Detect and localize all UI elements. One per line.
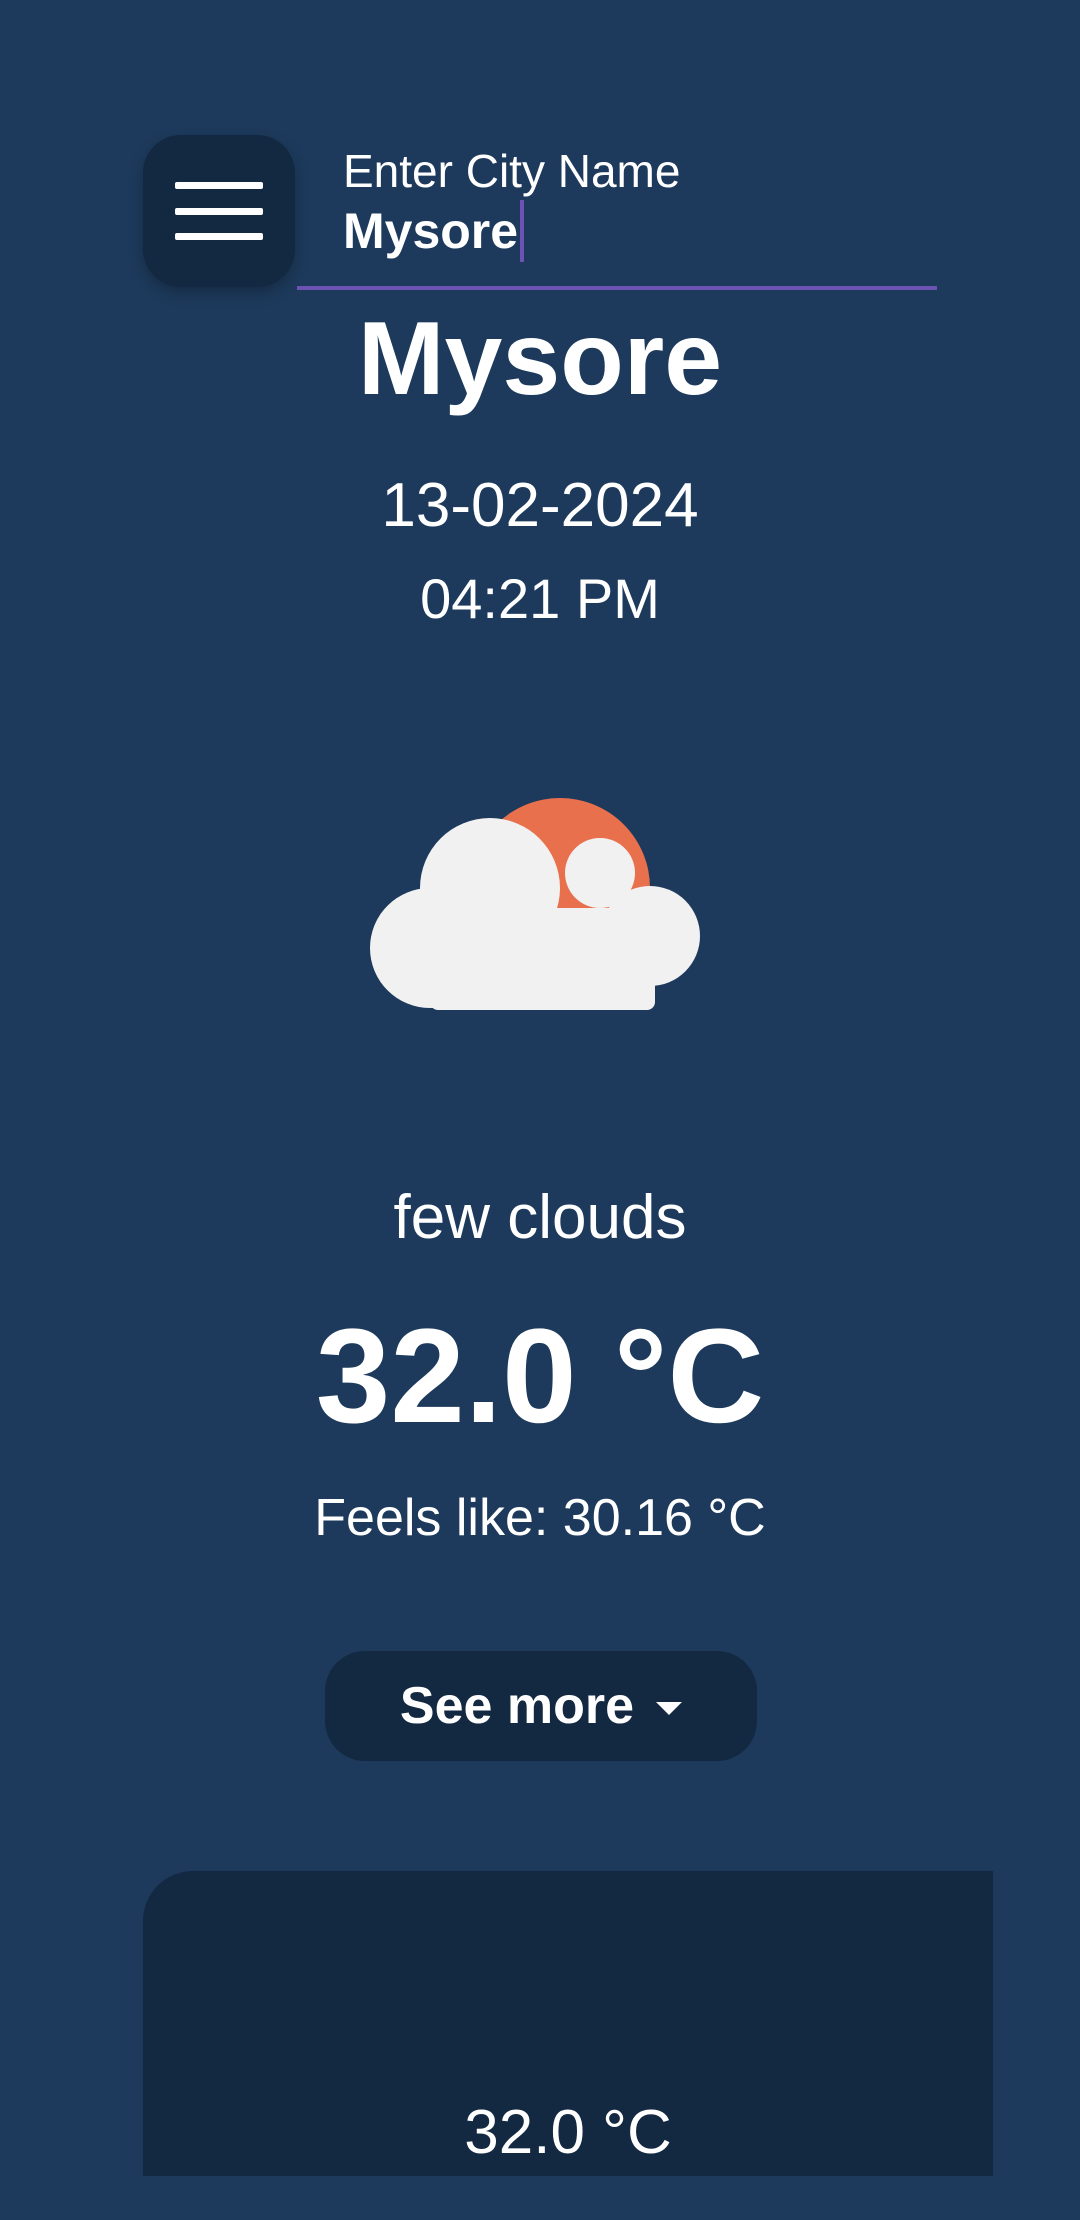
feels-like-temperature: Feels like: 30.16 °C (314, 1489, 766, 1547)
city-input-label: Enter City Name (343, 145, 681, 197)
weather-description: few clouds (393, 1183, 687, 1252)
text-cursor (520, 200, 525, 262)
partly-cloudy-sun-icon (370, 798, 700, 1010)
current-temperature: 32.0 °C (315, 1302, 765, 1451)
menu-button[interactable] (143, 135, 295, 287)
see-more-label: See more (399, 1677, 635, 1735)
forecast-card-temperature: 32.0 °C (464, 2098, 672, 2167)
forecast-card[interactable]: 32.0 °C (143, 1871, 993, 2176)
city-input-underline (297, 286, 937, 290)
current-time: 04:21 PM (420, 567, 660, 630)
chevron-down-icon (656, 1701, 683, 1715)
city-input[interactable]: Mysore (343, 200, 525, 262)
city-name-field[interactable]: Enter City Name Mysore (297, 140, 937, 290)
city-input-value: Mysore (343, 203, 519, 259)
see-more-button[interactable]: See more (325, 1651, 757, 1761)
weather-screen: Enter City Name Mysore Mysore 13-02-2024… (0, 0, 1080, 2220)
current-date: 13-02-2024 (381, 471, 699, 540)
hamburger-menu-icon (175, 182, 263, 240)
city-title: Mysore (357, 301, 723, 417)
